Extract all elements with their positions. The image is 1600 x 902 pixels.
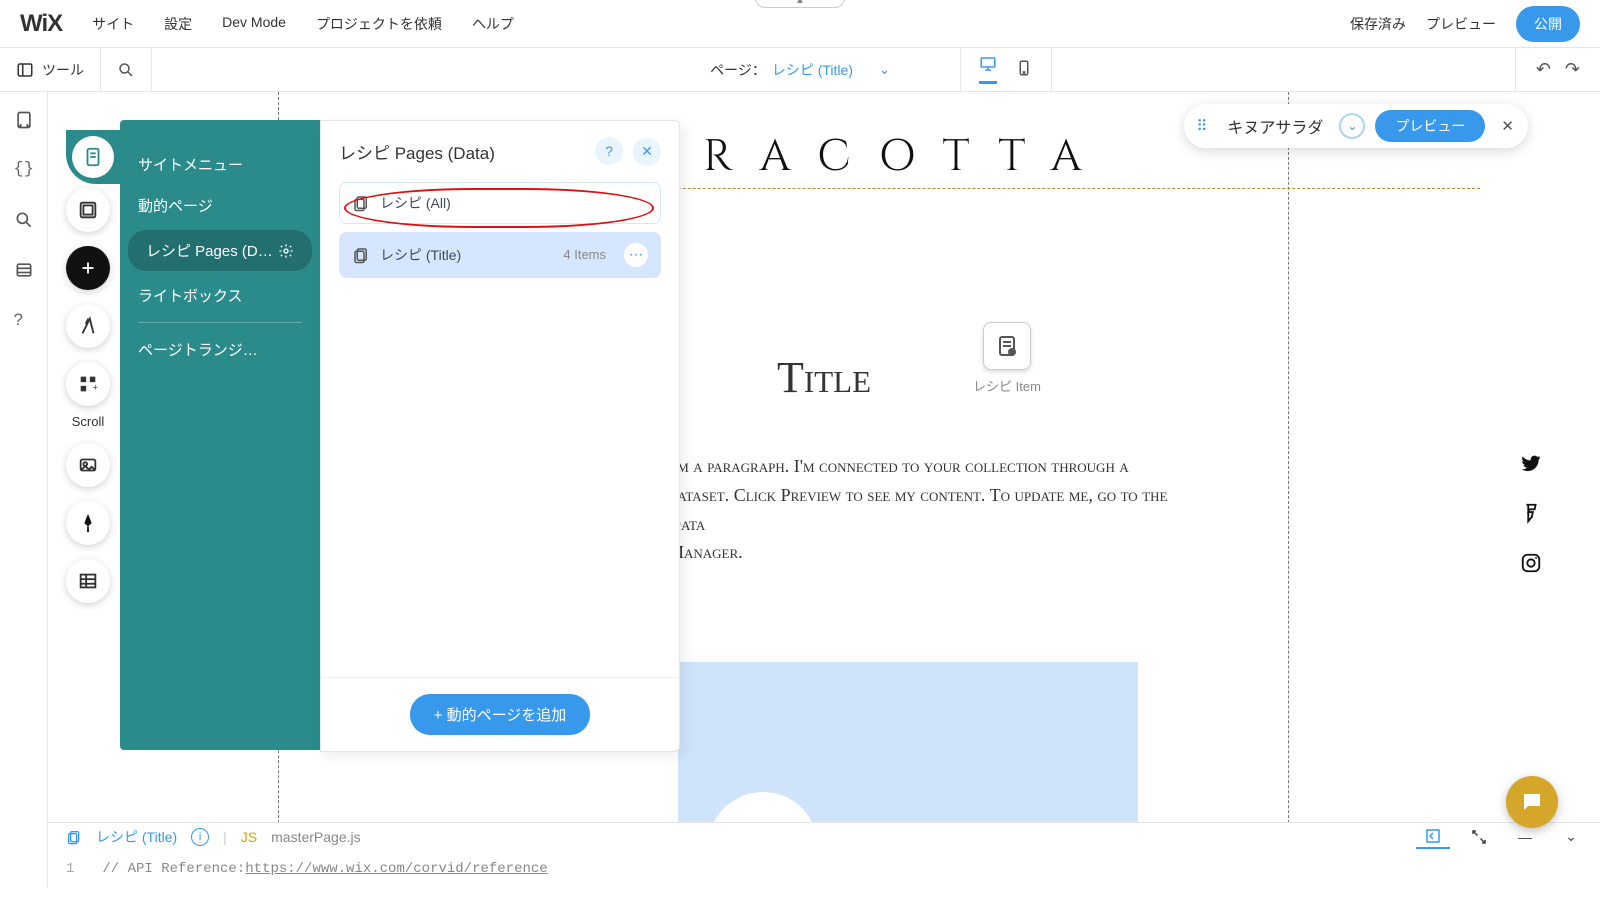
recipe-dataset-widget[interactable]: レシピ Item [973, 322, 1041, 395]
code-comment: // API Reference: [102, 861, 245, 877]
tools-label: ツール [42, 60, 84, 80]
body-paragraph: I'm a paragraph. I'm connected to your c… [668, 452, 1208, 567]
pen-icon [77, 512, 99, 534]
chevron-down-icon: ⌄ [879, 62, 890, 78]
page-icon [82, 146, 104, 168]
rail-database-icon[interactable] [14, 260, 34, 280]
scroll-label: Scroll [66, 414, 110, 429]
apps-icon: + [77, 373, 99, 395]
page-name: レシピ (Title) [772, 60, 853, 80]
codebar-properties[interactable] [1416, 825, 1450, 849]
popout-help[interactable]: ? [595, 137, 623, 165]
pages-panel-toggle[interactable] [72, 136, 114, 178]
tool-add[interactable] [66, 246, 110, 290]
codebar-expand[interactable] [1462, 825, 1496, 849]
float-dataset-name: キヌアサラダ [1221, 114, 1329, 138]
menu-devmode[interactable]: Dev Mode [222, 14, 286, 34]
code-tab-2[interactable]: masterPage.js [271, 829, 360, 845]
device-desktop[interactable] [979, 55, 997, 84]
page-title: Title [777, 352, 871, 403]
redo-button[interactable]: ↷ [1565, 59, 1580, 80]
wix-logo[interactable]: WiX [20, 10, 62, 38]
zoom-search[interactable] [101, 48, 152, 91]
menu-project[interactable]: プロジェクトを依頼 [316, 14, 442, 34]
sidepanel-dynamic-pages[interactable]: 動的ページ [120, 185, 320, 226]
rail-help-icon[interactable]: ? [14, 310, 34, 330]
panel-toggle[interactable]: ツール [0, 48, 101, 91]
dataset-icon [995, 334, 1019, 358]
gutter-right [1288, 92, 1289, 888]
code-tab-info[interactable]: i [191, 828, 209, 846]
tool-theme[interactable] [66, 304, 110, 348]
float-expand[interactable]: ⌄ [1339, 113, 1365, 139]
data-icon [77, 570, 99, 592]
dataset-label: レシピ Item [973, 376, 1041, 395]
instagram-icon[interactable] [1520, 552, 1542, 580]
page-stack-icon [352, 194, 370, 212]
codebar-minimize[interactable]: — [1508, 825, 1542, 849]
saved-status: 保存済み [1350, 14, 1406, 34]
sidepanel-lightbox[interactable]: ライトボックス [120, 275, 320, 316]
tool-data[interactable] [66, 559, 110, 603]
sidepanel-recipe-pages[interactable]: レシピ Pages (D… [128, 230, 312, 271]
page-stack-icon [352, 246, 370, 264]
tool-apps[interactable]: + [66, 362, 110, 406]
popout-row-all-label: レシピ (All) [380, 193, 451, 213]
menu-settings[interactable]: 設定 [164, 14, 192, 34]
topbar-collapse-handle[interactable]: ▲ [755, 0, 845, 8]
page-selector[interactable]: ページ： レシピ (Title) ⌄ [690, 48, 910, 91]
page-prefix: ページ： [710, 60, 766, 80]
tool-layouts[interactable] [66, 188, 110, 232]
tool-pen[interactable] [66, 501, 110, 545]
mobile-icon [1015, 59, 1033, 77]
sidepanel-site-menu[interactable]: サイトメニュー [120, 144, 320, 185]
search-icon [117, 61, 135, 79]
popout-title: レシピ Pages (Data) [339, 139, 495, 164]
sidepanel-transitions[interactable]: ページトランジ… [120, 329, 320, 370]
preview-link[interactable]: プレビュー [1426, 14, 1496, 34]
codebar-collapse[interactable]: ⌄ [1554, 825, 1588, 849]
popout-row-all[interactable]: レシピ (All) [339, 182, 661, 224]
rail-search-icon[interactable] [14, 210, 34, 230]
panel-icon [16, 61, 34, 79]
code-tab-1[interactable]: レシピ (Title) [96, 827, 177, 847]
twitter-icon[interactable] [1520, 452, 1542, 480]
rail-pages-icon[interactable] [14, 110, 34, 130]
code-page-icon [66, 829, 82, 845]
popout-row-more[interactable]: ⋯ [624, 243, 648, 267]
layouts-icon [77, 199, 99, 221]
popout-close[interactable]: ✕ [633, 138, 661, 166]
popout-row-title-label: レシピ (Title) [380, 245, 461, 265]
float-grip-icon[interactable]: ⠿ [1192, 117, 1211, 135]
chat-icon [1520, 790, 1544, 814]
desktop-icon [979, 55, 997, 73]
theme-icon [77, 315, 99, 337]
sidepanel-recipe-label: レシピ Pages (D… [146, 240, 273, 261]
float-close[interactable]: ✕ [1495, 117, 1520, 135]
popout-row-title-count: 4 Items [563, 247, 606, 262]
publish-button[interactable]: 公開 [1516, 6, 1580, 42]
gear-icon[interactable] [278, 243, 294, 259]
code-ref-link[interactable]: https://www.wix.com/corvid/reference [245, 861, 547, 877]
svg-text:+: + [93, 382, 98, 392]
float-preview-button[interactable]: プレビュー [1375, 110, 1485, 142]
device-mobile[interactable] [1015, 59, 1033, 80]
media-icon [77, 454, 99, 476]
popout-row-title[interactable]: レシピ (Title) 4 Items ⋯ [339, 232, 661, 278]
foursquare-icon[interactable] [1520, 502, 1542, 530]
add-dynamic-page-button[interactable]: + 動的ページを追加 [410, 694, 591, 735]
menu-help[interactable]: ヘルプ [472, 14, 514, 34]
menu-site[interactable]: サイト [92, 14, 134, 34]
tool-media[interactable] [66, 443, 110, 487]
undo-button[interactable]: ↶ [1536, 59, 1551, 80]
rail-braces-icon[interactable]: {} [14, 160, 34, 180]
plus-icon [77, 257, 99, 279]
js-icon: JS [241, 829, 257, 845]
chat-bubble[interactable] [1506, 776, 1558, 828]
code-line-number: 1 [66, 861, 74, 877]
